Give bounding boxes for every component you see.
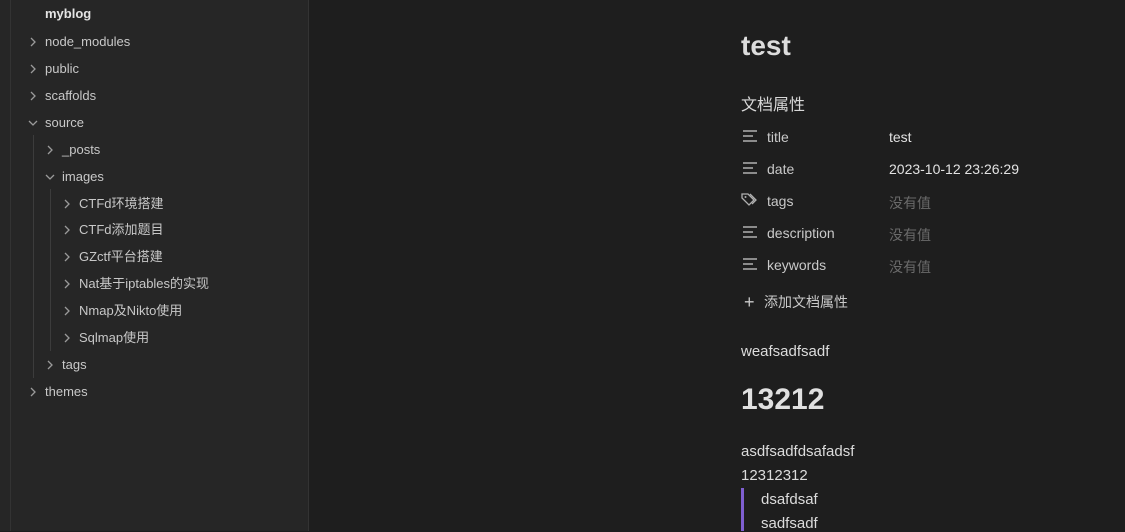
paragraph[interactable]: asdfsadfdsafadsf [741, 443, 854, 460]
property-key: keywords [767, 257, 827, 273]
property-key: description [767, 225, 835, 241]
plus-icon: + [744, 292, 755, 312]
file-explorer: myblog node_modules public scaffolds sou… [11, 0, 309, 531]
folder-label: public [45, 61, 79, 76]
folder-ctfd-add[interactable]: CTFd添加题目 [11, 216, 308, 243]
chevron-down-icon [45, 172, 55, 182]
folder-nmap-nikto[interactable]: Nmap及Nikto使用 [11, 297, 308, 324]
property-value[interactable]: 没有值 [889, 193, 931, 213]
folder-label: tags [62, 357, 87, 372]
property-value[interactable]: 没有值 [889, 225, 931, 245]
property-value[interactable]: 2023-10-12 23:26:29 [889, 161, 1019, 177]
folder-label: CTFd添加题目 [79, 222, 164, 237]
document-title[interactable]: test [741, 30, 791, 62]
chevron-right-icon [62, 199, 72, 209]
property-row-description[interactable]: description 没有值 [741, 217, 1121, 249]
quote-line: sadfsadf [761, 515, 818, 532]
chevron-right-icon [28, 91, 38, 101]
tags-icon [741, 192, 759, 208]
chevron-right-icon [62, 306, 72, 316]
folder-label: images [62, 169, 104, 184]
property-value[interactable]: test [889, 129, 912, 145]
blockquote[interactable]: dsafdsaf sadfsadf [741, 488, 944, 532]
folder-source[interactable]: source [11, 109, 308, 136]
chevron-right-icon [28, 64, 38, 74]
folder-sqlmap[interactable]: Sqlmap使用 [11, 324, 308, 351]
chevron-right-icon [62, 225, 72, 235]
folder-label: Sqlmap使用 [79, 330, 150, 345]
folder-label: source [45, 115, 85, 130]
folder-gzctf[interactable]: GZctf平台搭建 [11, 243, 308, 270]
property-row-title[interactable]: title test [741, 121, 1121, 153]
folder-label: CTFd环境搭建 [79, 196, 164, 211]
text-lines-icon [741, 224, 759, 240]
explorer-root[interactable]: myblog [45, 0, 91, 27]
folder-ctfd-env[interactable]: CTFd环境搭建 [11, 190, 308, 217]
chevron-right-icon [28, 387, 38, 397]
folder-label: Nat基于iptables的实现 [79, 276, 210, 291]
folder-scaffolds[interactable]: scaffolds [11, 82, 308, 109]
folder-label: themes [45, 384, 88, 399]
properties-heading[interactable]: 文档属性 [741, 91, 805, 115]
folder-label: GZctf平台搭建 [79, 249, 163, 264]
paragraph[interactable]: weafsadfsadf [741, 343, 829, 360]
folder-node-modules[interactable]: node_modules [11, 28, 308, 55]
chevron-right-icon [45, 145, 55, 155]
folder-themes[interactable]: themes [11, 378, 308, 405]
paragraph[interactable]: 12312312 [741, 467, 808, 484]
property-key: tags [767, 193, 794, 209]
chevron-down-icon [28, 118, 38, 128]
folder-label: _posts [62, 142, 101, 157]
text-lines-icon [741, 160, 759, 176]
heading-2[interactable]: 13212 [741, 383, 824, 417]
folder-public[interactable]: public [11, 55, 308, 82]
folder-nat-iptables[interactable]: Nat基于iptables的实现 [11, 270, 308, 297]
property-row-tags[interactable]: tags 没有值 [741, 185, 1121, 217]
property-row-date[interactable]: date 2023-10-12 23:26:29 [741, 153, 1121, 185]
chevron-right-icon [62, 279, 72, 289]
property-value[interactable]: 没有值 [889, 257, 931, 277]
property-row-keywords[interactable]: keywords 没有值 [741, 249, 1121, 281]
folder-label: Nmap及Nikto使用 [79, 303, 183, 318]
folder-tags[interactable]: tags [11, 351, 308, 378]
folder-label: scaffolds [45, 88, 97, 103]
chevron-right-icon [62, 252, 72, 262]
chevron-right-icon [45, 360, 55, 370]
ribbon [0, 0, 11, 531]
chevron-right-icon [62, 333, 72, 343]
quote-line: dsafdsaf [761, 491, 818, 508]
property-key: date [767, 161, 795, 177]
property-key: title [767, 129, 789, 145]
add-property-label: 添加文档属性 [764, 294, 848, 310]
text-lines-icon [741, 128, 759, 144]
text-lines-icon [741, 256, 759, 272]
folder-label: node_modules [45, 34, 131, 49]
folder-images[interactable]: images [11, 163, 308, 190]
folder-posts[interactable]: _posts [11, 136, 308, 163]
chevron-right-icon [28, 37, 38, 47]
add-property-button[interactable]: + 添加文档属性 [744, 292, 848, 312]
